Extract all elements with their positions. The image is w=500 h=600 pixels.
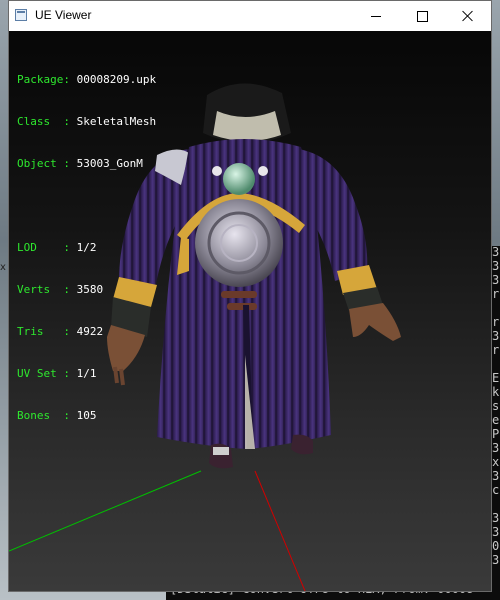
app-icon xyxy=(15,9,27,21)
console-char: 3 xyxy=(492,441,500,455)
console-char: 3 xyxy=(492,511,500,525)
console-char: E xyxy=(492,371,500,385)
info-label: Class : xyxy=(17,115,77,128)
close-button[interactable] xyxy=(445,1,491,31)
console-side-column: 333r r3r EkseP3x3c 3303 xyxy=(492,246,500,568)
info-label: Package: xyxy=(17,73,77,86)
console-char xyxy=(492,358,500,372)
console-char: 0 xyxy=(492,539,500,553)
info-label: Tris : xyxy=(17,325,77,338)
desktop-edge-marker: x xyxy=(0,262,6,273)
console-char xyxy=(492,498,500,512)
info-value: 1/1 xyxy=(76,367,97,380)
console-char: c xyxy=(492,483,500,497)
info-row-package: Package: 00008209.upk xyxy=(17,73,156,87)
info-row-uvset: UV Set : 1/1 xyxy=(17,367,156,381)
console-char: r xyxy=(492,315,500,329)
info-label: UV Set : xyxy=(17,367,77,380)
info-row-lod: LOD : 1/2 xyxy=(17,241,156,255)
console-char: 3 xyxy=(492,329,500,343)
info-row-object: Object : 53003_GonM xyxy=(17,157,156,171)
maximize-icon xyxy=(416,10,428,22)
close-icon xyxy=(462,10,474,22)
info-row-tris: Tris : 4922 xyxy=(17,325,156,339)
info-label: LOD : xyxy=(17,241,77,254)
mesh-info-overlay: Package: 00008209.upk Class : SkeletalMe… xyxy=(17,45,156,451)
jade-ornament xyxy=(223,163,255,195)
console-char: r xyxy=(492,343,500,357)
title-bar[interactable]: UE Viewer xyxy=(9,1,491,31)
info-label: Bones : xyxy=(17,409,77,422)
info-value: 3580 xyxy=(76,283,104,296)
console-char: s xyxy=(492,399,500,413)
console-char: k xyxy=(492,385,500,399)
console-char: 3 xyxy=(492,469,500,483)
window-title: UE Viewer xyxy=(35,8,92,22)
info-value: 1/2 xyxy=(76,241,97,254)
clasp xyxy=(221,291,257,298)
info-row-bones: Bones : 105 xyxy=(17,409,156,423)
ue-viewer-window: UE Viewer Package: 00008209.upk Class: … xyxy=(8,0,492,592)
console-char: x xyxy=(492,455,500,469)
console-char: 3 xyxy=(492,525,500,539)
info-row-class: Class : SkeletalMesh xyxy=(17,115,156,129)
3d-viewport[interactable]: Package: 00008209.upk Class : SkeletalMe… xyxy=(9,31,491,591)
minimize-button[interactable] xyxy=(353,1,399,31)
minimize-icon xyxy=(371,15,381,17)
console-char: 3 xyxy=(492,245,500,259)
console-char xyxy=(492,302,500,316)
console-char: 3 xyxy=(492,273,500,287)
info-value: 4922 xyxy=(76,325,104,338)
console-char: P xyxy=(492,427,500,441)
info-value: 00008209.upk xyxy=(76,73,157,86)
info-value: 53003_GonM xyxy=(76,157,143,170)
info-label: Object : xyxy=(17,157,77,170)
info-row-verts: Verts : 3580 xyxy=(17,283,156,297)
console-char: e xyxy=(492,413,500,427)
right-hand xyxy=(349,303,401,341)
info-value: SkeletalMesh xyxy=(76,115,157,128)
console-char: 3 xyxy=(492,553,500,567)
console-char: r xyxy=(492,287,500,301)
info-value: 105 xyxy=(76,409,97,422)
info-label: Verts : xyxy=(17,283,77,296)
maximize-button[interactable] xyxy=(399,1,445,31)
console-char: 3 xyxy=(492,259,500,273)
